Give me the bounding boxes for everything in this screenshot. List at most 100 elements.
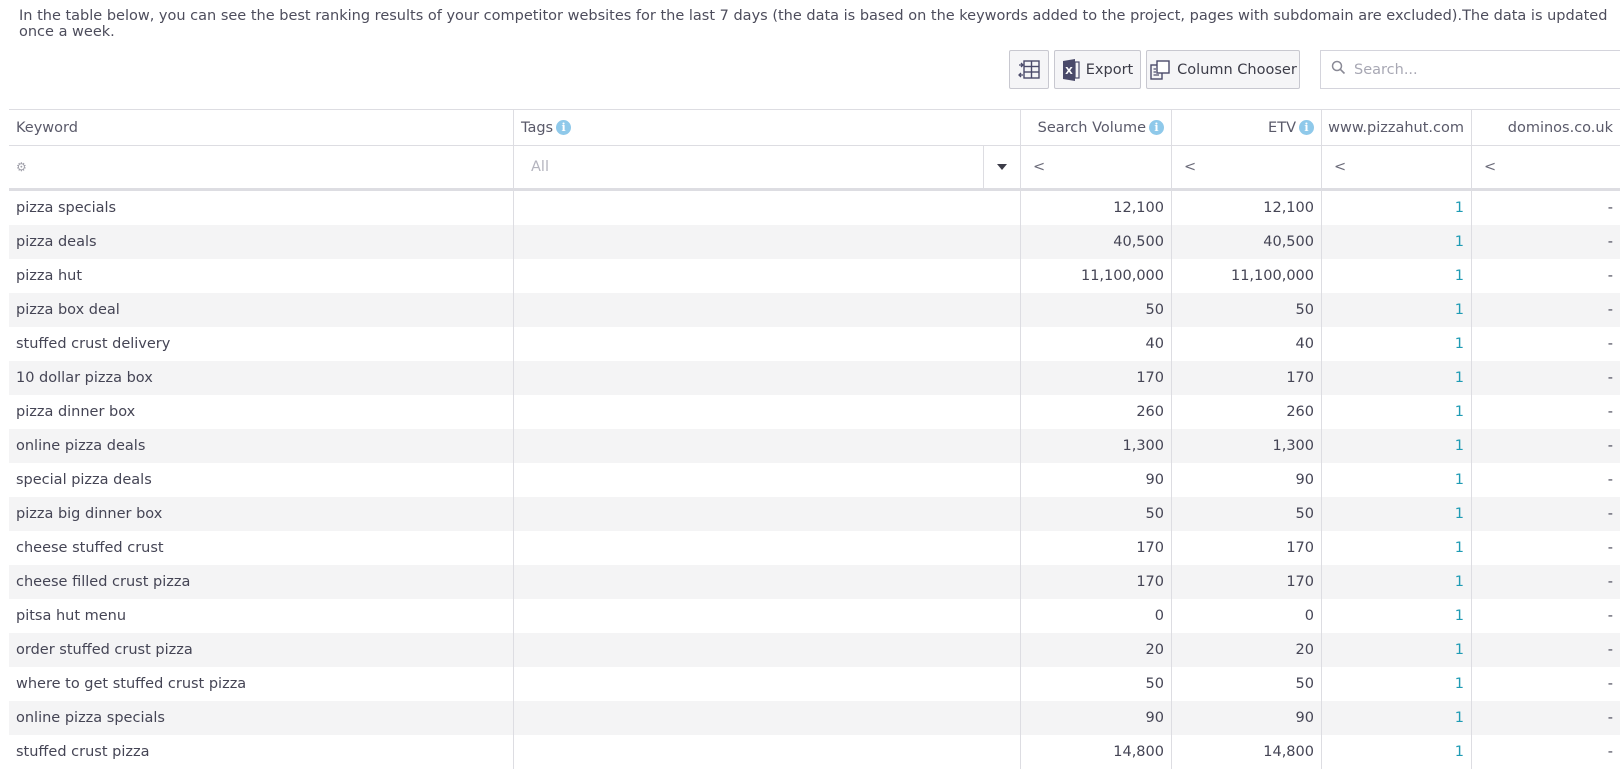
competitor-1-filter[interactable]: <: [1322, 146, 1472, 188]
keyword-cell-value: 10 dollar pizza box: [16, 370, 153, 386]
filter-icon[interactable]: ⚙: [16, 160, 27, 174]
competitor-1-rank-cell-value[interactable]: 1: [1455, 302, 1464, 318]
keyword-cell: where to get stuffed crust pizza: [9, 667, 514, 701]
competitor-1-rank-cell-value[interactable]: 1: [1455, 200, 1464, 216]
table-row[interactable]: online pizza deals 1,300 1,300 1 -: [9, 429, 1620, 463]
competitor-1-rank-cell-value[interactable]: 1: [1455, 404, 1464, 420]
etv-cell-value: 14,800: [1263, 744, 1314, 760]
column-header-competitor-2[interactable]: dominos.co.uk: [1472, 110, 1620, 145]
caret-down-icon[interactable]: [983, 146, 1020, 188]
column-header-keyword[interactable]: Keyword: [9, 110, 514, 145]
competitor-1-rank-cell: 1: [1322, 735, 1472, 769]
competitor-1-rank-cell-value[interactable]: 1: [1455, 710, 1464, 726]
table-row[interactable]: pizza big dinner box 50 50 1 -: [9, 497, 1620, 531]
competitor-1-rank-cell-value[interactable]: 1: [1455, 676, 1464, 692]
filter-operator[interactable]: <: [1484, 159, 1496, 175]
search-volume-cell-value: 14,800: [1113, 744, 1164, 760]
table-row[interactable]: order stuffed crust pizza 20 20 1 -: [9, 633, 1620, 667]
keyword-filter[interactable]: ⚙: [9, 146, 514, 188]
competitor-1-rank-cell-value[interactable]: 1: [1455, 744, 1464, 760]
search-volume-cell: 170: [1021, 361, 1172, 395]
filter-operator[interactable]: <: [1334, 159, 1346, 175]
etv-cell-value: 90: [1295, 710, 1314, 726]
column-header-etv[interactable]: ETV i: [1172, 110, 1322, 145]
search-volume-cell-value: 20: [1145, 642, 1164, 658]
table-row[interactable]: cheese stuffed crust 170 170 1 -: [9, 531, 1620, 565]
keyword-cell: order stuffed crust pizza: [9, 633, 514, 667]
column-chooser-button[interactable]: Column Chooser: [1146, 50, 1300, 89]
keyword-cell-value: cheese filled crust pizza: [16, 574, 191, 590]
table-row[interactable]: 10 dollar pizza box 170 170 1 -: [9, 361, 1620, 395]
table-row[interactable]: cheese filled crust pizza 170 170 1 -: [9, 565, 1620, 599]
competitor-1-rank-cell: 1: [1322, 259, 1472, 293]
search-input[interactable]: [1354, 61, 1604, 78]
tags-filter[interactable]: All: [514, 146, 1021, 188]
competitor-1-rank-cell-value[interactable]: 1: [1455, 574, 1464, 590]
etv-cell: 170: [1172, 531, 1322, 565]
competitor-2-rank-cell: -: [1472, 395, 1620, 429]
table-row[interactable]: pizza box deal 50 50 1 -: [9, 293, 1620, 327]
table-row[interactable]: where to get stuffed crust pizza 50 50 1 -: [9, 667, 1620, 701]
search-volume-cell-value: 1,300: [1122, 438, 1164, 454]
info-icon[interactable]: i: [1149, 120, 1164, 135]
search-volume-cell-value: 40,500: [1113, 234, 1164, 250]
competitor-1-rank-cell-value[interactable]: 1: [1455, 234, 1464, 250]
search-volume-cell: 50: [1021, 497, 1172, 531]
etv-cell: 11,100,000: [1172, 259, 1322, 293]
keyword-cell: pizza dinner box: [9, 395, 514, 429]
competitor-2-rank-cell-value: -: [1607, 642, 1613, 658]
table-row[interactable]: special pizza deals 90 90 1 -: [9, 463, 1620, 497]
etv-filter[interactable]: <: [1172, 146, 1322, 188]
search-volume-cell: 20: [1021, 633, 1172, 667]
search-volume-cell: 90: [1021, 701, 1172, 735]
competitor-1-rank-cell-value[interactable]: 1: [1455, 336, 1464, 352]
competitor-1-rank-cell-value[interactable]: 1: [1455, 608, 1464, 624]
column-header-tags[interactable]: Tags i: [514, 110, 1021, 145]
column-header-competitor-1[interactable]: www.pizzahut.com: [1322, 110, 1472, 145]
competitor-2-rank-cell: -: [1472, 633, 1620, 667]
competitor-2-rank-cell: -: [1472, 497, 1620, 531]
etv-cell: 90: [1172, 463, 1322, 497]
competitor-2-rank-cell-value: -: [1607, 234, 1613, 250]
info-icon[interactable]: i: [556, 120, 572, 135]
table-row[interactable]: stuffed crust pizza 14,800 14,800 1 -: [9, 735, 1620, 769]
etv-cell-value: 50: [1295, 506, 1314, 522]
keyword-cell: cheese stuffed crust: [9, 531, 514, 565]
search-volume-filter[interactable]: <: [1021, 146, 1172, 188]
column-header-search-volume[interactable]: Search Volume i: [1021, 110, 1172, 145]
info-icon[interactable]: i: [1299, 120, 1314, 135]
keyword-cell-value: special pizza deals: [16, 472, 152, 488]
table-row[interactable]: pizza hut 11,100,000 11,100,000 1 -: [9, 259, 1620, 293]
etv-cell-value: 170: [1286, 540, 1314, 556]
export-button[interactable]: X Export: [1054, 50, 1141, 89]
competitor-1-rank-cell-value[interactable]: 1: [1455, 642, 1464, 658]
etv-cell: 1,300: [1172, 429, 1322, 463]
layout-button[interactable]: [1009, 50, 1049, 89]
competitor-1-rank-cell-value[interactable]: 1: [1455, 438, 1464, 454]
competitor-1-rank-cell-value[interactable]: 1: [1455, 540, 1464, 556]
competitor-2-rank-cell-value: -: [1607, 302, 1613, 318]
table-row[interactable]: pitsa hut menu 0 0 1 -: [9, 599, 1620, 633]
table-row[interactable]: stuffed crust delivery 40 40 1 -: [9, 327, 1620, 361]
table-row[interactable]: pizza specials 12,100 12,100 1 -: [9, 191, 1620, 225]
keyword-cell: pizza box deal: [9, 293, 514, 327]
competitor-1-rank-cell-value[interactable]: 1: [1455, 506, 1464, 522]
tags-cell: [514, 531, 1021, 565]
competitor-1-rank-cell-value[interactable]: 1: [1455, 268, 1464, 284]
tags-cell: [514, 293, 1021, 327]
table-row[interactable]: online pizza specials 90 90 1 -: [9, 701, 1620, 735]
competitor-2-rank-cell-value: -: [1607, 336, 1613, 352]
competitor-2-rank-cell: -: [1472, 599, 1620, 633]
competitor-1-rank-cell-value[interactable]: 1: [1455, 370, 1464, 386]
etv-cell: 170: [1172, 361, 1322, 395]
tags-cell: [514, 395, 1021, 429]
competitor-2-rank-cell-value: -: [1607, 268, 1613, 284]
competitor-1-rank-cell-value[interactable]: 1: [1455, 472, 1464, 488]
table-row[interactable]: pizza dinner box 260 260 1 -: [9, 395, 1620, 429]
filter-operator[interactable]: <: [1033, 159, 1045, 175]
filter-operator[interactable]: <: [1184, 159, 1196, 175]
competitor-2-filter[interactable]: <: [1472, 146, 1620, 188]
table-row[interactable]: pizza deals 40,500 40,500 1 -: [9, 225, 1620, 259]
competitor-1-rank-cell: 1: [1322, 701, 1472, 735]
tags-select[interactable]: All: [514, 146, 1020, 188]
